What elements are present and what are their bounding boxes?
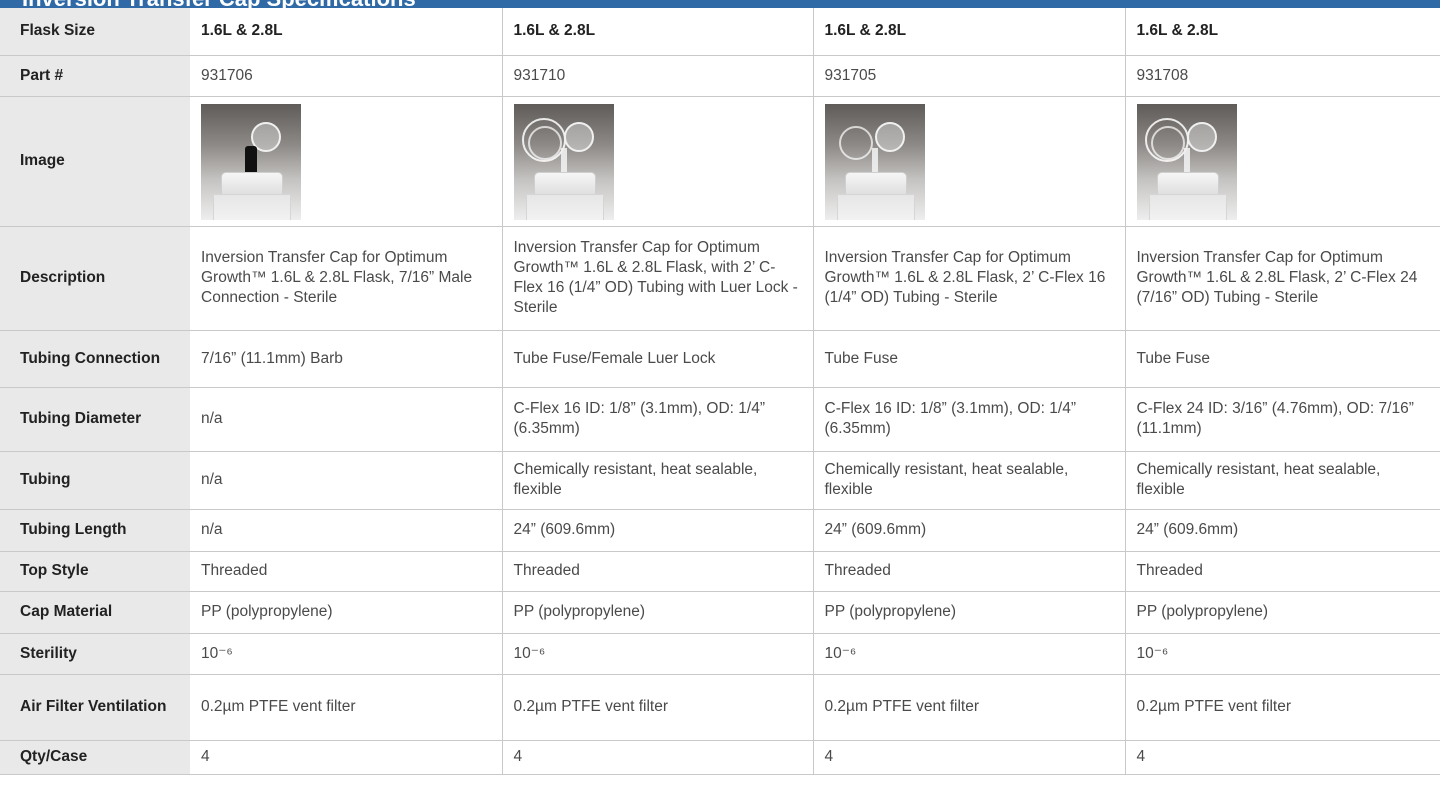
cell-description: Inversion Transfer Cap for Optimum Growt… <box>812 226 1125 331</box>
cell-tubing-diameter: C-Flex 16 ID: 1/8” (3.1mm), OD: 1/4” (6.… <box>812 387 1125 452</box>
cell-description: Inversion Transfer Cap for Optimum Growt… <box>501 226 813 331</box>
row-top-style: Top Style Threaded Threaded Threaded Thr… <box>0 551 1440 592</box>
row-tubing-diameter: Tubing Diameter n/a C-Flex 16 ID: 1/8” (… <box>0 387 1440 452</box>
row-tubing-connection: Tubing Connection 7/16” (11.1mm) Barb Tu… <box>0 330 1440 388</box>
cell-cap-material: PP (polypropylene) <box>812 591 1125 634</box>
cell-top-style: Threaded <box>501 551 813 592</box>
cell-tubing-connection: 7/16” (11.1mm) Barb <box>190 330 502 388</box>
cell-tubing-length: 24” (609.6mm) <box>501 509 813 552</box>
row-label: Sterility <box>0 633 190 675</box>
cell-tubing-diameter: C-Flex 24 ID: 3/16” (4.76mm), OD: 7/16” … <box>1124 387 1440 452</box>
cell-tubing-length: 24” (609.6mm) <box>812 509 1125 552</box>
cell-part-number: 931706 <box>190 55 502 97</box>
row-flask-size: Flask Size 1.6L & 2.8L 1.6L & 2.8L 1.6L … <box>0 8 1440 56</box>
row-label: Qty/Case <box>0 740 190 775</box>
row-label: Tubing <box>0 451 190 510</box>
cell-sterility: 10⁻⁶ <box>501 633 813 675</box>
cell-image <box>812 96 1125 227</box>
cell-flask-size: 1.6L & 2.8L <box>1124 8 1440 56</box>
product-image <box>1136 104 1237 220</box>
cell-tubing: Chemically resistant, heat sealable, fle… <box>812 451 1125 510</box>
cell-flask-size: 1.6L & 2.8L <box>190 8 502 56</box>
row-label: Tubing Length <box>0 509 190 552</box>
row-cap-material: Cap Material PP (polypropylene) PP (poly… <box>0 591 1440 634</box>
row-label: Top Style <box>0 551 190 592</box>
cell-part-number: 931705 <box>812 55 1125 97</box>
cell-cap-material: PP (polypropylene) <box>190 591 502 634</box>
cell-air-filter: 0.2µm PTFE vent filter <box>190 674 502 741</box>
row-sterility: Sterility 10⁻⁶ 10⁻⁶ 10⁻⁶ 10⁻⁶ <box>0 633 1440 675</box>
cell-image <box>1124 96 1440 227</box>
cell-tubing-length: 24” (609.6mm) <box>1124 509 1440 552</box>
cell-sterility: 10⁻⁶ <box>1124 633 1440 675</box>
cell-top-style: Threaded <box>190 551 502 592</box>
product-image <box>513 104 614 220</box>
cell-tubing-connection: Tube Fuse <box>812 330 1125 388</box>
cell-tubing: n/a <box>190 451 502 510</box>
cell-sterility: 10⁻⁶ <box>812 633 1125 675</box>
row-part-number: Part # 931706 931710 931705 931708 <box>0 55 1440 97</box>
cell-part-number: 931710 <box>501 55 813 97</box>
row-tubing: Tubing n/a Chemically resistant, heat se… <box>0 451 1440 510</box>
cell-air-filter: 0.2µm PTFE vent filter <box>501 674 813 741</box>
cell-top-style: Threaded <box>1124 551 1440 592</box>
cell-image <box>190 96 502 227</box>
spec-table: Flask Size 1.6L & 2.8L 1.6L & 2.8L 1.6L … <box>0 8 1440 775</box>
cell-description: Inversion Transfer Cap for Optimum Growt… <box>190 226 502 331</box>
cell-cap-material: PP (polypropylene) <box>1124 591 1440 634</box>
row-description: Description Inversion Transfer Cap for O… <box>0 226 1440 331</box>
row-label: Flask Size <box>0 8 190 56</box>
row-label: Description <box>0 226 190 331</box>
row-qty-case: Qty/Case 4 4 4 4 <box>0 740 1440 775</box>
cell-flask-size: 1.6L & 2.8L <box>501 8 813 56</box>
cell-tubing: Chemically resistant, heat sealable, fle… <box>1124 451 1440 510</box>
cell-tubing-length: n/a <box>190 509 502 552</box>
cell-tubing: Chemically resistant, heat sealable, fle… <box>501 451 813 510</box>
cell-top-style: Threaded <box>812 551 1125 592</box>
row-label: Air Filter Ventilation <box>0 674 190 741</box>
row-tubing-length: Tubing Length n/a 24” (609.6mm) 24” (609… <box>0 509 1440 552</box>
cell-qty-case: 4 <box>1124 740 1440 775</box>
row-label: Cap Material <box>0 591 190 634</box>
cell-qty-case: 4 <box>812 740 1125 775</box>
row-label: Tubing Diameter <box>0 387 190 452</box>
header-bar: Inversion Transfer Cap Specifications <box>0 0 1440 8</box>
cell-qty-case: 4 <box>501 740 813 775</box>
cell-air-filter: 0.2µm PTFE vent filter <box>812 674 1125 741</box>
cell-tubing-diameter: n/a <box>190 387 502 452</box>
cell-tubing-connection: Tube Fuse <box>1124 330 1440 388</box>
row-image: Image <box>0 96 1440 227</box>
row-label: Part # <box>0 55 190 97</box>
cell-description: Inversion Transfer Cap for Optimum Growt… <box>1124 226 1440 331</box>
cell-sterility: 10⁻⁶ <box>190 633 502 675</box>
cell-tubing-diameter: C-Flex 16 ID: 1/8” (3.1mm), OD: 1/4” (6.… <box>501 387 813 452</box>
row-air-filter-ventilation: Air Filter Ventilation 0.2µm PTFE vent f… <box>0 674 1440 741</box>
cell-tubing-connection: Tube Fuse/Female Luer Lock <box>501 330 813 388</box>
cell-image <box>501 96 813 227</box>
cell-flask-size: 1.6L & 2.8L <box>812 8 1125 56</box>
product-image <box>201 104 301 220</box>
row-label: Tubing Connection <box>0 330 190 388</box>
header-title-fragment: Inversion Transfer Cap Specifications <box>22 0 416 8</box>
cell-cap-material: PP (polypropylene) <box>501 591 813 634</box>
product-image <box>824 104 925 220</box>
cell-air-filter: 0.2µm PTFE vent filter <box>1124 674 1440 741</box>
cell-qty-case: 4 <box>190 740 502 775</box>
cell-part-number: 931708 <box>1124 55 1440 97</box>
row-label: Image <box>0 96 190 227</box>
